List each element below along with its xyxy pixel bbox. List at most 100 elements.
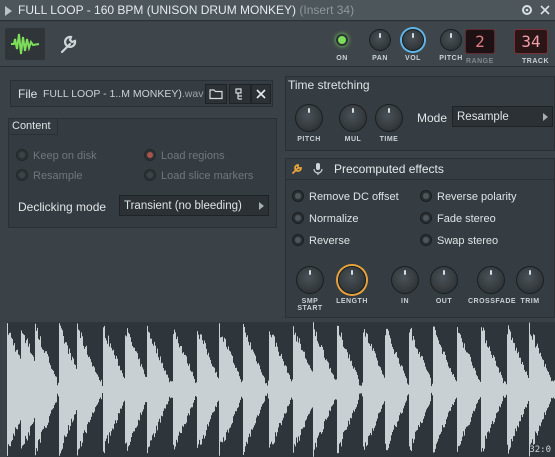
- track-display[interactable]: 34: [514, 29, 548, 54]
- fade-stereo-label: Fade stereo: [437, 213, 496, 225]
- crossfade-knob-group: CROSSFADE: [468, 266, 517, 305]
- microphone-icon[interactable]: [312, 162, 324, 176]
- swap-stereo-option[interactable]: Swap stereo: [420, 234, 498, 247]
- gear-icon[interactable]: [520, 3, 534, 17]
- swap-stereo-label: Swap stereo: [437, 235, 499, 247]
- pitch-knob-group: PITCH: [438, 26, 464, 62]
- file-label: File: [18, 87, 38, 101]
- normalize-option[interactable]: Normalize: [292, 212, 359, 225]
- file-ext: .wav: [181, 88, 204, 100]
- load-regions-option[interactable]: Load regions: [144, 149, 225, 162]
- remove-dc-offset-option[interactable]: Remove DC offset: [292, 190, 399, 203]
- insert-label: (Insert 34): [299, 3, 355, 17]
- length-label: LENGTH: [336, 298, 368, 305]
- smp-start-knob-group: SMP START: [288, 266, 332, 312]
- chevron-right-icon: [259, 202, 264, 210]
- radio-icon: [420, 234, 432, 246]
- range-label: RANGE: [466, 58, 494, 65]
- reverse-polarity-option[interactable]: Reverse polarity: [420, 190, 516, 203]
- file-name[interactable]: FULL LOOP - 1..M MONKEY).wav: [43, 88, 203, 100]
- ts-pitch-knob[interactable]: [295, 104, 323, 132]
- on-label: ON: [336, 55, 348, 62]
- sample-tab-button[interactable]: [5, 28, 45, 60]
- on-switch[interactable]: ON: [336, 26, 348, 63]
- radio-icon: [292, 234, 304, 246]
- ts-time-knob[interactable]: [375, 104, 403, 132]
- toolbar: ON PAN VOL PITCH 2 RANGE 34 TRACK: [0, 22, 555, 67]
- folder-icon[interactable]: [205, 84, 227, 104]
- radio-icon: [420, 190, 432, 202]
- resample-option[interactable]: Resample: [16, 169, 83, 182]
- in-knob[interactable]: [391, 266, 419, 294]
- keep-on-disk-option[interactable]: Keep on disk: [16, 149, 97, 162]
- vol-knob-group: VOL: [400, 26, 426, 62]
- trim-knob-group: TRIM: [515, 266, 545, 305]
- crossfade-label: CROSSFADE: [468, 298, 517, 305]
- reverse-polarity-label: Reverse polarity: [437, 191, 517, 203]
- title-bar[interactable]: FULL LOOP - 160 BPM (UNISON DRUM MONKEY)…: [0, 0, 555, 21]
- time-label: 32:0: [529, 445, 551, 455]
- close-icon[interactable]: [251, 84, 271, 104]
- radio-icon: [144, 149, 156, 161]
- radio-icon: [16, 169, 28, 181]
- vol-label: VOL: [405, 55, 421, 62]
- declicking-mode-label: Declicking mode: [18, 200, 107, 214]
- radio-icon: [292, 212, 304, 224]
- ts-pitch-label: PITCH: [297, 136, 321, 143]
- pan-label: PAN: [372, 55, 388, 62]
- mode-label: Mode: [417, 111, 448, 125]
- smp-start-knob[interactable]: [296, 266, 324, 294]
- chevron-right-icon: [543, 113, 548, 121]
- radio-icon: [292, 190, 304, 202]
- trim-knob[interactable]: [516, 266, 544, 294]
- pitch-label: PITCH: [439, 55, 463, 62]
- triangle-right-icon[interactable]: [5, 6, 12, 16]
- range-display[interactable]: 2: [465, 29, 495, 54]
- ts-pitch-knob-group: PITCH: [294, 104, 324, 143]
- vol-knob[interactable]: [402, 29, 424, 51]
- ts-mul-knob[interactable]: [339, 104, 367, 132]
- trim-label: TRIM: [520, 298, 540, 305]
- ts-time-label: TIME: [379, 136, 399, 143]
- pan-knob[interactable]: [369, 29, 391, 51]
- keep-on-disk-label: Keep on disk: [33, 150, 97, 162]
- on-led[interactable]: [336, 34, 348, 46]
- pitch-knob[interactable]: [440, 29, 462, 51]
- declicking-mode-select[interactable]: Transient (no bleeding): [119, 195, 269, 216]
- ts-mul-label: MUL: [344, 136, 362, 143]
- smp-start-label: SMP START: [297, 298, 323, 312]
- waveform-icon: [11, 33, 40, 55]
- fade-stereo-option[interactable]: Fade stereo: [420, 212, 496, 225]
- declicking-mode-value: Transient (no bleeding): [124, 200, 242, 212]
- reverse-option[interactable]: Reverse: [292, 234, 350, 247]
- radio-icon: [16, 149, 28, 161]
- load-regions-label: Load regions: [161, 150, 225, 162]
- file-row: File FULL LOOP - 1..M MONKEY).wav: [10, 80, 273, 107]
- content-title: Content: [8, 118, 58, 135]
- close-icon[interactable]: [538, 3, 552, 17]
- file-name-text: FULL LOOP - 1..M MONKEY): [43, 88, 182, 100]
- radio-icon: [420, 212, 432, 224]
- load-slice-markers-option[interactable]: Load slice markers: [144, 169, 253, 182]
- pan-knob-group: PAN: [368, 26, 392, 62]
- wrench-icon[interactable]: [52, 28, 84, 60]
- ts-mul-knob-group: MUL: [338, 104, 368, 143]
- reverse-label: Reverse: [309, 235, 350, 247]
- wrench-icon[interactable]: [290, 162, 304, 176]
- length-knob-group: LENGTH: [334, 266, 370, 305]
- out-knob[interactable]: [430, 266, 458, 294]
- mode-select[interactable]: Resample: [452, 106, 553, 127]
- waveform-display[interactable]: 32:0: [7, 322, 555, 457]
- crossfade-knob[interactable]: [477, 266, 505, 294]
- waveform-graph: [7, 322, 555, 457]
- window-title: FULL LOOP - 160 BPM (UNISON DRUM MONKEY)…: [18, 3, 354, 17]
- locate-file-icon[interactable]: [229, 84, 251, 104]
- time-stretching-title: Time stretching: [288, 78, 370, 92]
- load-slice-markers-label: Load slice markers: [161, 170, 254, 182]
- ts-time-knob-group: TIME: [374, 104, 404, 143]
- out-knob-group: OUT: [429, 266, 459, 305]
- length-knob[interactable]: [338, 266, 366, 294]
- radio-icon: [144, 169, 156, 181]
- mode-value: Resample: [457, 111, 509, 123]
- precomputed-effects-title: Precomputed effects: [334, 162, 444, 176]
